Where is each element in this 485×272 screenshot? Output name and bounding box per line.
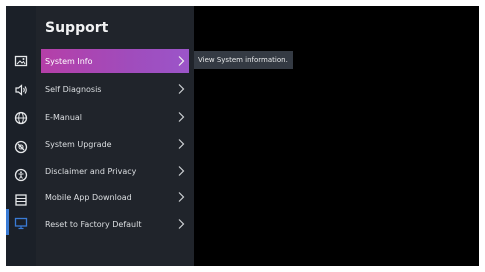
support-menu-panel: Support System Info Self Diagnosis E-Man… [36,6,194,266]
tv-screen: Support System Info Self Diagnosis E-Man… [6,6,479,266]
panel-title: Support [45,20,109,36]
menu-item-label: System Info [45,56,93,66]
support-icon[interactable] [13,215,29,231]
chevron-right-icon [178,112,185,122]
chevron-right-icon [178,192,185,202]
chevron-right-icon [178,84,185,94]
rail-active-indicator [6,209,9,235]
settings-rail [6,6,36,266]
menu-item-label: E-Manual [45,112,83,122]
chevron-right-icon [178,166,185,176]
menu-item-label: Reset to Factory Default [45,219,142,229]
picture-icon[interactable] [13,53,29,69]
menu-item-e-manual[interactable]: E-Manual [41,105,189,129]
menu-item-label: Disclaimer and Privacy [45,166,137,176]
chevron-right-icon [178,56,185,66]
accessibility-icon[interactable] [13,167,29,183]
sound-icon[interactable] [13,82,29,98]
menu-item-label: Self Diagnosis [45,84,102,94]
menu-item-mobile-app-download[interactable]: Mobile App Download [41,185,189,209]
chevron-right-icon [178,219,185,229]
menu-item-label: Mobile App Download [45,192,132,202]
menu-item-label: System Upgrade [45,139,112,149]
menu-item-system-info[interactable]: System Info [41,49,189,73]
menu-item-disclaimer-privacy[interactable]: Disclaimer and Privacy [41,159,189,183]
menu-item-reset-factory-default[interactable]: Reset to Factory Default [41,212,189,236]
list-icon[interactable] [13,192,29,208]
menu-item-system-upgrade[interactable]: System Upgrade [41,132,189,156]
menu-item-self-diagnosis[interactable]: Self Diagnosis [41,77,189,101]
general-icon[interactable] [13,139,29,155]
network-icon[interactable] [13,110,29,126]
item-description-tooltip: View System information. [194,51,293,69]
chevron-right-icon [178,139,185,149]
